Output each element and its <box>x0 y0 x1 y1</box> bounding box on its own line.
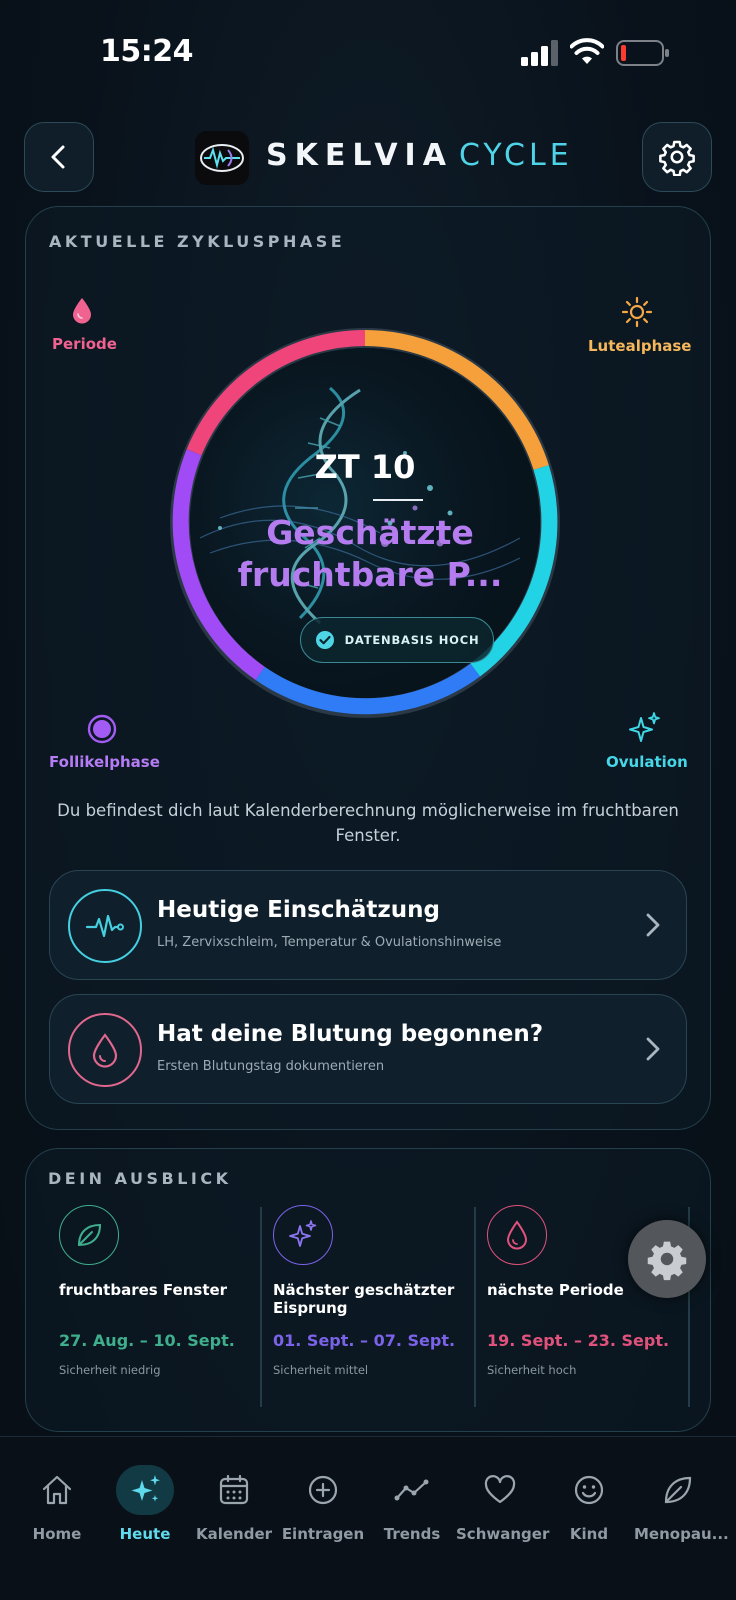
action-subtitle: LH, Zervixschleim, Temperatur & Ovulatio… <box>157 935 502 950</box>
nav-item-menopause[interactable]: Menopau... <box>634 1465 729 1543</box>
brand-suffix: CYCLE <box>458 138 573 173</box>
data-basis-label: DATENBASIS HOCH <box>344 633 480 647</box>
nav-item-kind[interactable]: Kind <box>545 1465 633 1543</box>
trend-icon <box>368 1465 456 1515</box>
nav-label: Home <box>32 1525 82 1543</box>
nav-item-eintragen[interactable]: Eintragen <box>279 1465 367 1543</box>
outlook-item-confidence: Sicherheit niedrig <box>59 1363 161 1377</box>
sparkles-icon <box>629 712 660 742</box>
data-basis-badge: DATENBASIS HOCH <box>300 617 494 663</box>
today-assessment-button[interactable]: Heutige Einschätzung LH, Zervixschleim, … <box>49 870 687 980</box>
outlook-item-confidence: Sicherheit mittel <box>273 1363 369 1377</box>
bottom-navigation: Home Heute Kalender Eintragen Trends Sch… <box>0 1436 736 1600</box>
cycle-day: ZT 10 <box>314 448 416 486</box>
bleeding-started-button[interactable]: Hat deine Blutung begonnen? Ersten Blutu… <box>49 994 687 1104</box>
nav-item-heute[interactable]: Heute <box>101 1465 189 1543</box>
home-icon <box>13 1465 101 1515</box>
action-subtitle: Ersten Blutungstag dokumentieren <box>157 1059 385 1074</box>
outlook-divider <box>260 1207 262 1407</box>
wifi-icon <box>570 38 604 64</box>
phase-description: Du befindest dich laut Kalenderberechnun… <box>57 801 679 845</box>
nav-label: Trends <box>383 1525 441 1543</box>
brand-name: SKELVIA <box>266 138 453 173</box>
outlook-item-title: fruchtbares Fenster <box>59 1281 228 1299</box>
outlook-card: DEIN AUSBLICK fruchtbares Fenster 27. Au… <box>25 1148 711 1432</box>
sparkles-icon <box>116 1465 174 1515</box>
droplet-icon-wrap <box>487 1205 547 1265</box>
status-time: 15:24 <box>100 34 194 69</box>
leaf-icon <box>77 1223 102 1247</box>
current-phase-name: Geschätzte fruchtbare P... <box>175 512 565 596</box>
nav-item-kalender[interactable]: Kalender <box>190 1465 278 1543</box>
nav-label: Kalender <box>195 1525 273 1543</box>
nav-item-trends[interactable]: Trends <box>368 1465 456 1543</box>
phase-label-ovulation: Ovulation <box>606 753 688 771</box>
plus-circle-icon <box>279 1465 367 1515</box>
outlook-item-date: 01. Sept. – 07. Sept. <box>273 1331 456 1350</box>
droplet-icon <box>73 298 91 324</box>
cycle-day-underline <box>373 499 423 501</box>
nav-label: Menopau... <box>634 1525 729 1543</box>
outlook-item-next-ovulation[interactable]: Nächster geschätzter Eisprung 01. Sept. … <box>265 1205 479 1405</box>
cellular-signal-icon <box>521 40 558 66</box>
sun-icon <box>621 296 653 328</box>
nav-label: Schwanger <box>456 1525 550 1543</box>
action-title: Hat deine Blutung begonnen? <box>157 1021 544 1047</box>
action-title: Heutige Einschätzung <box>157 897 440 923</box>
outlook-divider <box>474 1207 476 1407</box>
outlook-item-title: Nächster geschätzter Eisprung <box>273 1281 455 1317</box>
battery-icon <box>616 40 669 66</box>
droplet-icon <box>506 1220 528 1250</box>
gear-icon <box>647 1241 687 1281</box>
chevron-left-icon <box>51 145 65 169</box>
sparkles-icon-wrap <box>273 1205 333 1265</box>
gear-icon <box>659 140 695 176</box>
settings-button[interactable] <box>642 122 712 192</box>
heartbeat-icon-wrap <box>68 889 142 963</box>
droplet-icon <box>92 1033 118 1068</box>
heartbeat-icon <box>85 914 124 938</box>
calendar-icon <box>190 1465 278 1515</box>
circle-dot-icon <box>87 714 117 744</box>
sparkles-icon <box>289 1220 317 1247</box>
outlook-section-title: DEIN AUSBLICK <box>48 1169 232 1188</box>
nav-label: Heute <box>119 1525 171 1543</box>
phase-name-line-2: fruchtbare P... <box>237 555 503 594</box>
heart-icon <box>456 1465 544 1515</box>
app-logo <box>195 131 249 185</box>
back-button[interactable] <box>24 122 94 192</box>
droplet-icon-wrap <box>68 1013 142 1087</box>
nav-label: Kind <box>569 1525 609 1543</box>
nav-item-home[interactable]: Home <box>13 1465 101 1543</box>
floating-settings-button[interactable] <box>628 1220 706 1298</box>
nav-item-schwanger[interactable]: Schwanger <box>456 1465 550 1543</box>
outlook-item-fertile-window[interactable]: fruchtbares Fenster 27. Aug. – 10. Sept.… <box>51 1205 265 1405</box>
brand-title: SKELVIA CYCLE <box>266 138 573 173</box>
phase-label-luteal: Lutealphase <box>588 337 692 355</box>
phase-label-follikel: Follikelphase <box>49 753 160 771</box>
smiley-icon <box>545 1465 633 1515</box>
nav-label: Eintragen <box>281 1525 365 1543</box>
check-circle-icon <box>315 631 334 649</box>
chevron-right-icon <box>646 1037 660 1061</box>
phase-name-line-1: Geschätzte <box>266 513 474 552</box>
phase-section-title: AKTUELLE ZYKLUSPHASE <box>49 232 346 251</box>
phase-label-periode: Periode <box>52 335 117 353</box>
leaf-icon-wrap <box>59 1205 119 1265</box>
outlook-item-confidence: Sicherheit hoch <box>487 1363 577 1377</box>
chevron-right-icon <box>646 913 660 937</box>
outlook-item-date: 19. Sept. – 23. Sept. <box>487 1331 670 1350</box>
leaf-icon <box>634 1465 722 1515</box>
outlook-item-date: 27. Aug. – 10. Sept. <box>59 1331 235 1350</box>
